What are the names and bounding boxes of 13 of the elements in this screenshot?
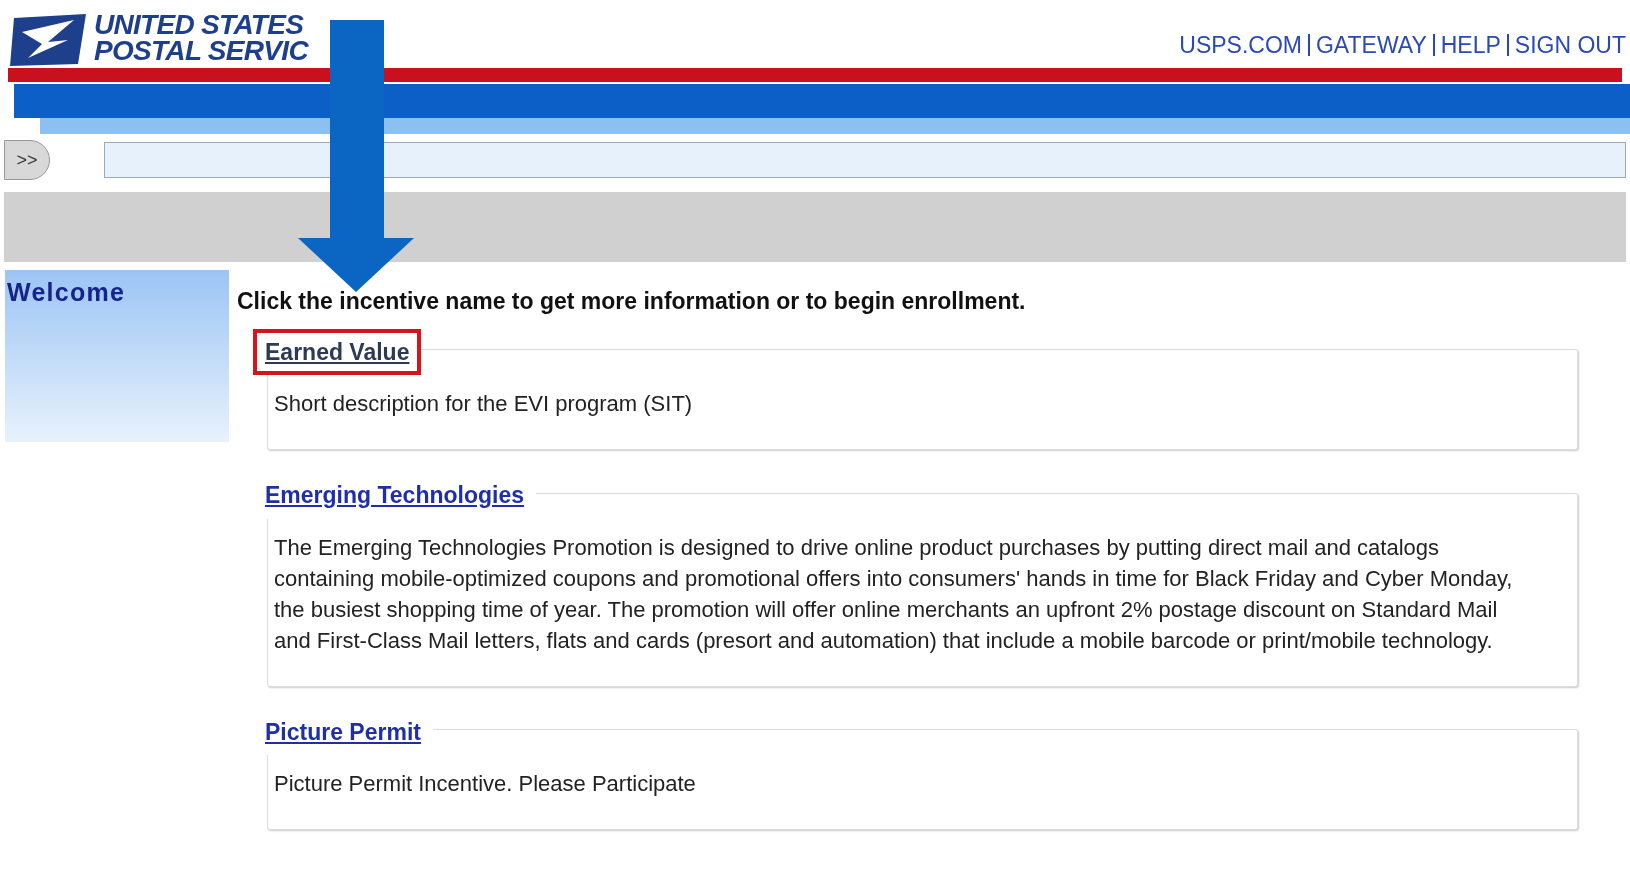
- incentive-description: The Emerging Technologies Promotion is designed to drive online product purchases by putting direct mail and catalogs containing mobile-optimized coupons and promotional offers into consumers' hands in time for Black Friday and Cyber Monday, the busiest shopping time of year. The promotion will offer online merchants an upfront 2% postage discount on Standard Mail and First-Class Mail letters, flats and cards (presort and automation) that include a mobile barcode or print/mobile technology.: [274, 533, 1514, 655]
- header-link[interactable]: HELP: [1440, 27, 1501, 62]
- incentive-link[interactable]: Earned Value: [253, 328, 422, 375]
- header-link[interactable]: USPS.COM: [1179, 27, 1302, 62]
- incentive-description: Short description for the EVI program (SIT): [274, 390, 694, 418]
- header-link[interactable]: SIGN OUT: [1514, 27, 1626, 62]
- expand-button[interactable]: >>: [4, 140, 50, 180]
- incentive-description: Picture Permit Incentive. Please Participate: [274, 770, 697, 798]
- logo-text: POSTAL SERVIC: [94, 38, 308, 64]
- sidebar-title: Welcome: [7, 278, 126, 306]
- logo-text: UNITED STATES: [94, 12, 305, 38]
- header-link[interactable]: GATEWAY: [1316, 27, 1427, 62]
- instruction-text: Click the incentive name to get more information or to begin enrollment.: [237, 287, 1027, 316]
